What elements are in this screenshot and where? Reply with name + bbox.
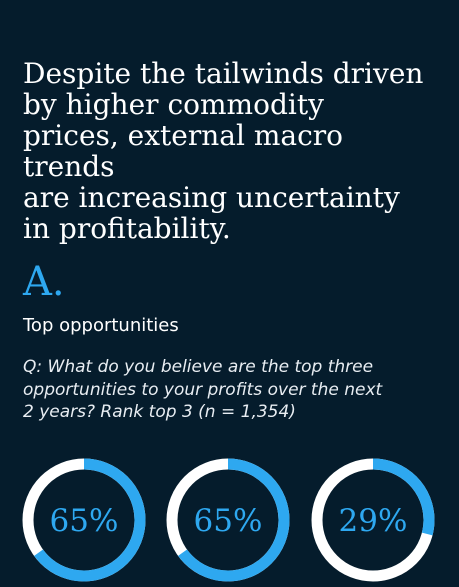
section-title: Top opportunities (23, 315, 179, 336)
section-letter: A. (23, 259, 65, 305)
donut-value-arc (311, 458, 435, 582)
donut-label: 65% (50, 503, 119, 539)
donut-1: 65% (22, 458, 146, 582)
donut-track (311, 458, 435, 582)
donut-2: 65% (166, 458, 290, 582)
donut-value-arc (166, 458, 290, 582)
donut-track (22, 458, 146, 582)
donut-track (166, 458, 290, 582)
headline: Despite the tailwinds driven by higher c… (23, 57, 424, 245)
donut-label: 29% (339, 503, 408, 539)
donut-label: 65% (194, 503, 263, 539)
donut-value-arc (22, 458, 146, 582)
donut-3: 29% (311, 458, 435, 582)
survey-question: Q: What do you believe are the top three… (23, 357, 383, 422)
